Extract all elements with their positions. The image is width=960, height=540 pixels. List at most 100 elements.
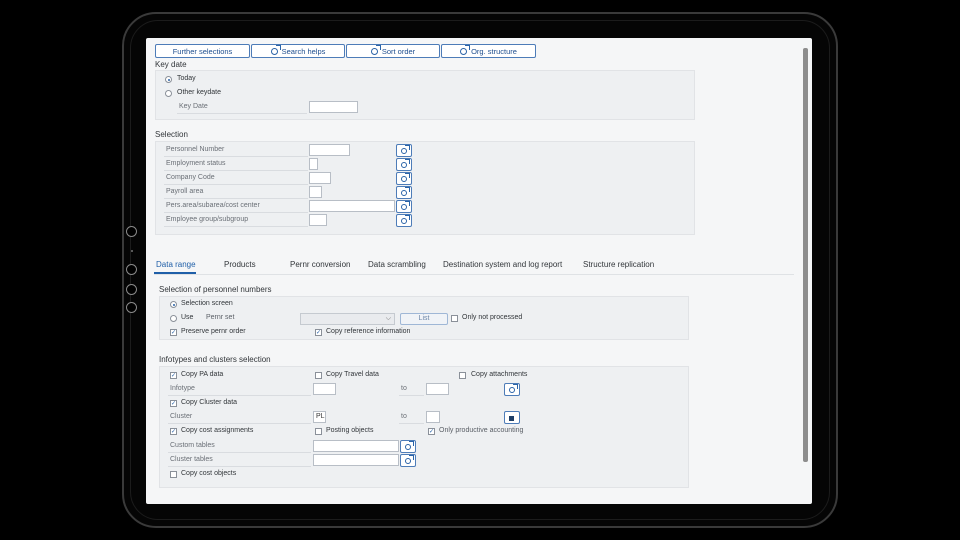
only-productive-accounting-label: Only productive accounting (439, 427, 524, 434)
personnel-selection-title: Selection of personnel numbers (159, 285, 272, 294)
home-button-icon[interactable] (126, 264, 137, 275)
pers-area-label: Pers.area/subarea/cost center (166, 202, 260, 209)
selection-screen-label: Selection screen (181, 300, 233, 307)
cluster-label: Cluster (170, 413, 193, 420)
side-button-lower-icon[interactable] (126, 302, 137, 313)
employment-status-input[interactable] (309, 158, 318, 170)
selection-screen-radio[interactable] (170, 301, 177, 308)
copy-cost-objects-label: Copy cost objects (181, 470, 237, 477)
copy-reference-checkbox[interactable] (315, 329, 322, 336)
cluster-tables-row: Cluster tables (168, 454, 311, 467)
copy-cost-objects-checkbox[interactable] (170, 471, 177, 478)
multiple-selection-icon (460, 44, 471, 55)
sort-order-button[interactable]: Sort order (346, 44, 440, 58)
copy-reference-label: Copy reference information (326, 328, 411, 335)
custom-tables-multi-select-button[interactable] (400, 440, 416, 453)
cluster-tables-multi-select-button[interactable] (400, 454, 416, 467)
other-keydate-radio[interactable] (165, 90, 172, 97)
preserve-pernr-order-checkbox[interactable] (170, 329, 177, 336)
copy-cluster-data-checkbox[interactable] (170, 400, 177, 407)
tab-data-range[interactable]: Data range (156, 260, 196, 269)
vertical-scrollbar[interactable] (803, 48, 808, 462)
copy-attachments-label: Copy attachments (471, 371, 528, 378)
today-radio[interactable] (165, 76, 172, 83)
other-keydate-label: Other keydate (177, 89, 221, 96)
copy-travel-data-checkbox[interactable] (315, 372, 322, 379)
copy-pa-data-label: Copy PA data (181, 371, 224, 378)
tab-structure-replication[interactable]: Structure replication (583, 260, 654, 269)
posting-objects-checkbox[interactable] (315, 428, 322, 435)
payroll-area-row: Payroll area (164, 186, 308, 199)
side-button-icon[interactable] (126, 284, 137, 295)
multiple-selection-icon (401, 186, 410, 196)
infotype-to-row: to (399, 383, 424, 396)
employee-group-row: Employee group/subgroup (164, 214, 308, 227)
tab-products[interactable]: Products (224, 260, 256, 269)
only-not-processed-checkbox[interactable] (451, 315, 458, 322)
use-radio[interactable] (170, 315, 177, 322)
cluster-from-input[interactable]: PL (313, 411, 326, 423)
key-date-input[interactable] (309, 101, 358, 113)
key-date-label: Key Date (179, 103, 208, 110)
pernr-set-dropdown[interactable]: ⌵ (300, 313, 395, 325)
camera-icon (126, 226, 137, 237)
employee-group-multi-select-button[interactable] (396, 214, 412, 227)
cluster-tables-input[interactable] (313, 454, 399, 466)
multiple-selection-icon (401, 214, 410, 224)
infotype-from-input[interactable] (313, 383, 336, 395)
tab-destination-system[interactable]: Destination system and log report (443, 260, 562, 269)
custom-tables-label: Custom tables (170, 442, 215, 449)
only-productive-accounting-checkbox[interactable] (428, 428, 435, 435)
payroll-area-input[interactable] (309, 186, 322, 198)
company-code-input[interactable] (309, 172, 331, 184)
copy-travel-data-label: Copy Travel data (326, 371, 379, 378)
active-tab-indicator (154, 272, 196, 274)
cluster-to-input[interactable] (426, 411, 440, 423)
tab-data-scrambling[interactable]: Data scrambling (368, 260, 426, 269)
org-structure-label: Org. structure (471, 46, 517, 56)
search-helps-button[interactable]: Search helps (251, 44, 345, 58)
selection-title: Selection (155, 130, 188, 139)
multiple-selection-icon (270, 44, 281, 55)
copy-attachments-checkbox[interactable] (459, 372, 466, 379)
copy-cluster-data-label: Copy Cluster data (181, 399, 238, 406)
infotype-row: Infotype (168, 383, 311, 396)
pernr-set-label: Pernr set (206, 314, 235, 321)
employment-status-multi-select-button[interactable] (396, 158, 412, 171)
list-button[interactable]: List (400, 313, 448, 325)
personnel-number-multi-select-button[interactable] (396, 144, 412, 157)
personnel-number-input[interactable] (309, 144, 350, 156)
further-selections-button[interactable]: Further selections (155, 44, 250, 58)
company-code-multi-select-button[interactable] (396, 172, 412, 185)
pers-area-row: Pers.area/subarea/cost center (164, 200, 308, 213)
multiple-selection-icon (405, 454, 414, 464)
company-code-label: Company Code (166, 174, 215, 181)
today-label: Today (177, 75, 196, 82)
cluster-to-row: to (399, 411, 424, 424)
infotype-to-input[interactable] (426, 383, 449, 395)
pers-area-input[interactable] (309, 200, 395, 212)
employee-group-input[interactable] (309, 214, 327, 226)
key-date-title: Key date (155, 60, 187, 69)
multiple-selection-icon (405, 440, 414, 450)
infotypes-title: Infotypes and clusters selection (159, 355, 271, 364)
tab-pernr-conversion[interactable]: Pernr conversion (290, 260, 350, 269)
personnel-number-label: Personnel Number (166, 146, 225, 153)
copy-pa-data-checkbox[interactable] (170, 372, 177, 379)
custom-tables-input[interactable] (313, 440, 399, 452)
company-code-row: Company Code (164, 172, 308, 185)
pers-area-multi-select-button[interactable] (396, 200, 412, 213)
copy-cost-assignments-checkbox[interactable] (170, 428, 177, 435)
only-not-processed-label: Only not processed (462, 314, 523, 321)
employment-status-label: Employment status (166, 160, 226, 167)
org-structure-button[interactable]: Org. structure (441, 44, 536, 58)
further-selections-label: Further selections (172, 46, 233, 56)
use-label: Use (181, 314, 194, 321)
key-date-row: Key Date (177, 101, 307, 114)
posting-objects-label: Posting objects (326, 427, 374, 434)
multiple-selection-icon (401, 144, 410, 154)
payroll-area-multi-select-button[interactable] (396, 186, 412, 199)
cluster-multi-select-active-button[interactable] (504, 411, 520, 424)
infotype-multi-select-button[interactable] (504, 383, 520, 396)
multiple-selection-icon (509, 383, 518, 393)
